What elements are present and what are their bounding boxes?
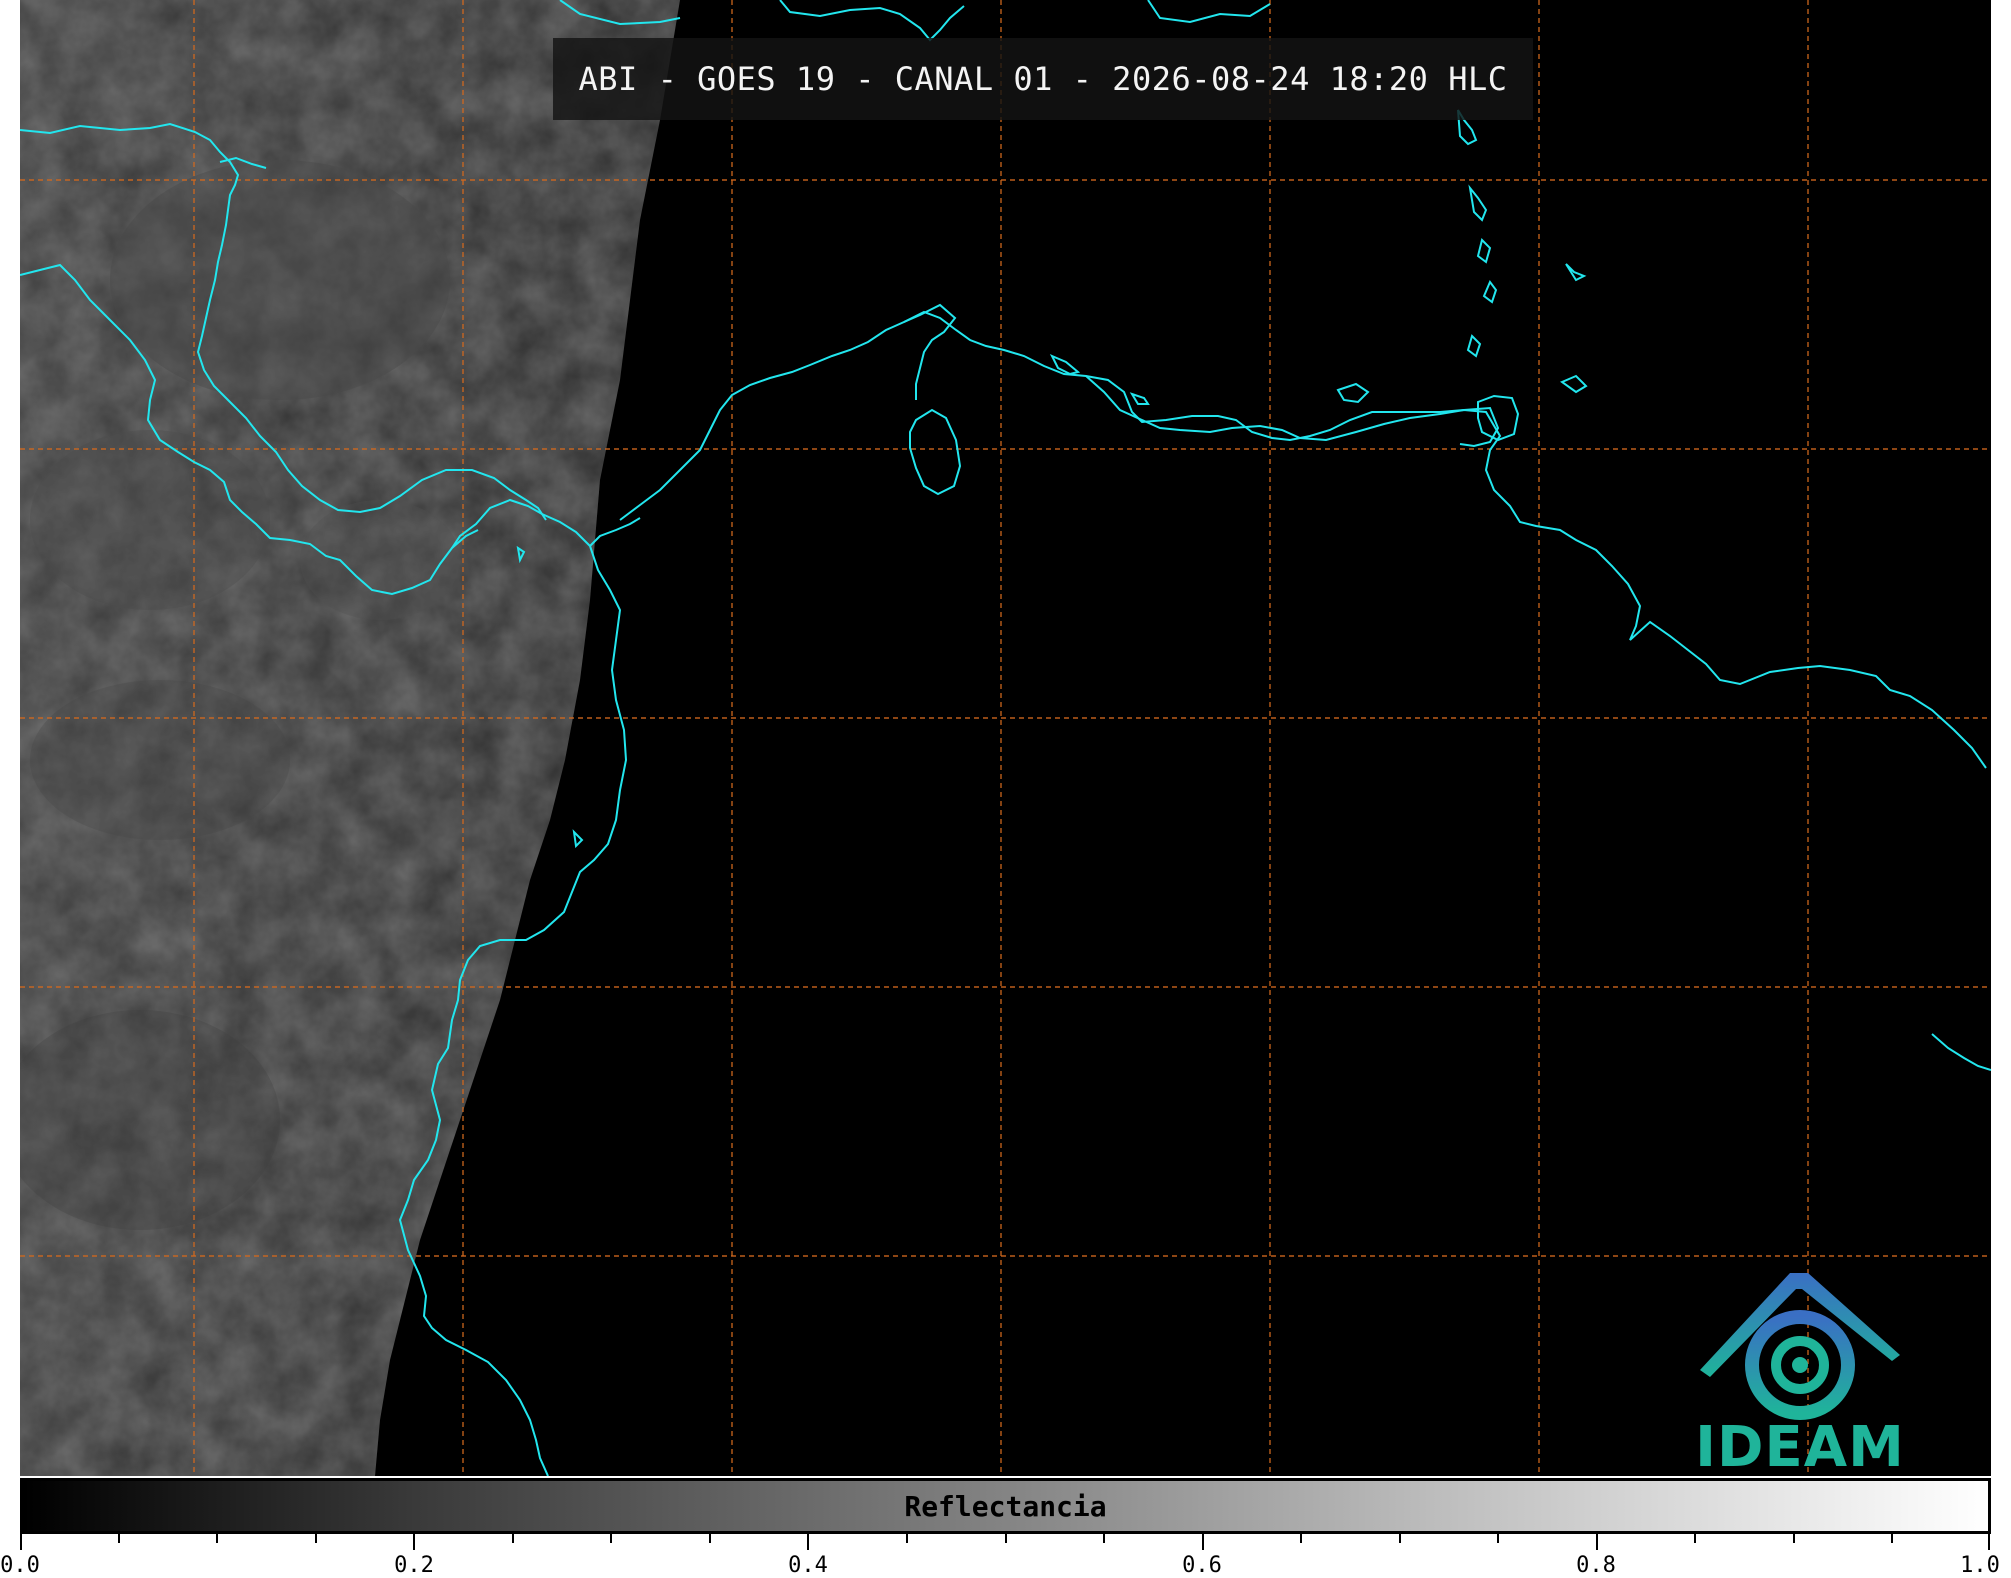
panama-isthmus-coast: [451, 498, 591, 549]
colorbar-tick-marks: [20, 1534, 1990, 1550]
lake-maracaibo: [909, 408, 962, 496]
central-america-caribbean-coast: [20, 263, 479, 596]
ideam-logo: IDEAM: [1680, 1255, 1920, 1476]
title-box: ABI - GOES 19 - CANAL 01 - 2026-08-24 18…: [553, 38, 1533, 120]
venezuela-coast: [1085, 375, 1987, 769]
colorbar-ticks: 0.0 0.2 0.4 0.6 0.8 1.0: [0, 1534, 2000, 1578]
tick-label-2: 0.4: [788, 1553, 828, 1578]
tick-label-0: 0.0: [0, 1553, 40, 1578]
colorbar: Reflectancia: [20, 1478, 1991, 1534]
hispaniola: [1147, 0, 1271, 24]
tick-label-4: 0.8: [1576, 1553, 1616, 1578]
gulf-of-panama-island: [572, 829, 584, 849]
san-andres: [516, 545, 526, 564]
cuba-coast: [779, 0, 965, 42]
lesser-antilles-3: [1476, 238, 1492, 264]
satellite-map[interactable]: ABI - GOES 19 - CANAL 01 - 2026-08-24 18…: [20, 0, 1991, 1476]
map-title: ABI - GOES 19 - CANAL 01 - 2026-08-24 18…: [578, 60, 1508, 98]
guajira-peninsula: [903, 303, 957, 400]
jamaica: [559, 0, 681, 26]
tick-label-1: 0.2: [394, 1553, 434, 1578]
tick-label-5: 1.0: [1960, 1553, 2000, 1578]
lesser-antilles-2: [1468, 184, 1488, 222]
lesser-antilles-5: [1466, 334, 1482, 358]
gulf-of-uraba: [589, 517, 641, 547]
ideam-emblem-icon: [1700, 1273, 1900, 1420]
tobago: [1559, 374, 1588, 394]
guyana-coast-fragment: [1931, 1033, 1991, 1071]
colorbar-label: Reflectancia: [904, 1489, 1107, 1523]
honduras-islands: [219, 156, 267, 169]
colombia-pacific-coast: [398, 545, 628, 1476]
curacao-aruba-2: [1129, 392, 1150, 405]
caribbean-reef: [1565, 263, 1587, 282]
logo-text: IDEAM: [1695, 1415, 1905, 1476]
central-america-pacific-coast: [20, 122, 547, 521]
lesser-antilles-4: [1482, 280, 1498, 304]
colombia-caribbean-coast: [619, 310, 1500, 521]
margarita-island: [1336, 382, 1370, 404]
tick-label-3: 0.6: [1182, 1553, 1222, 1578]
